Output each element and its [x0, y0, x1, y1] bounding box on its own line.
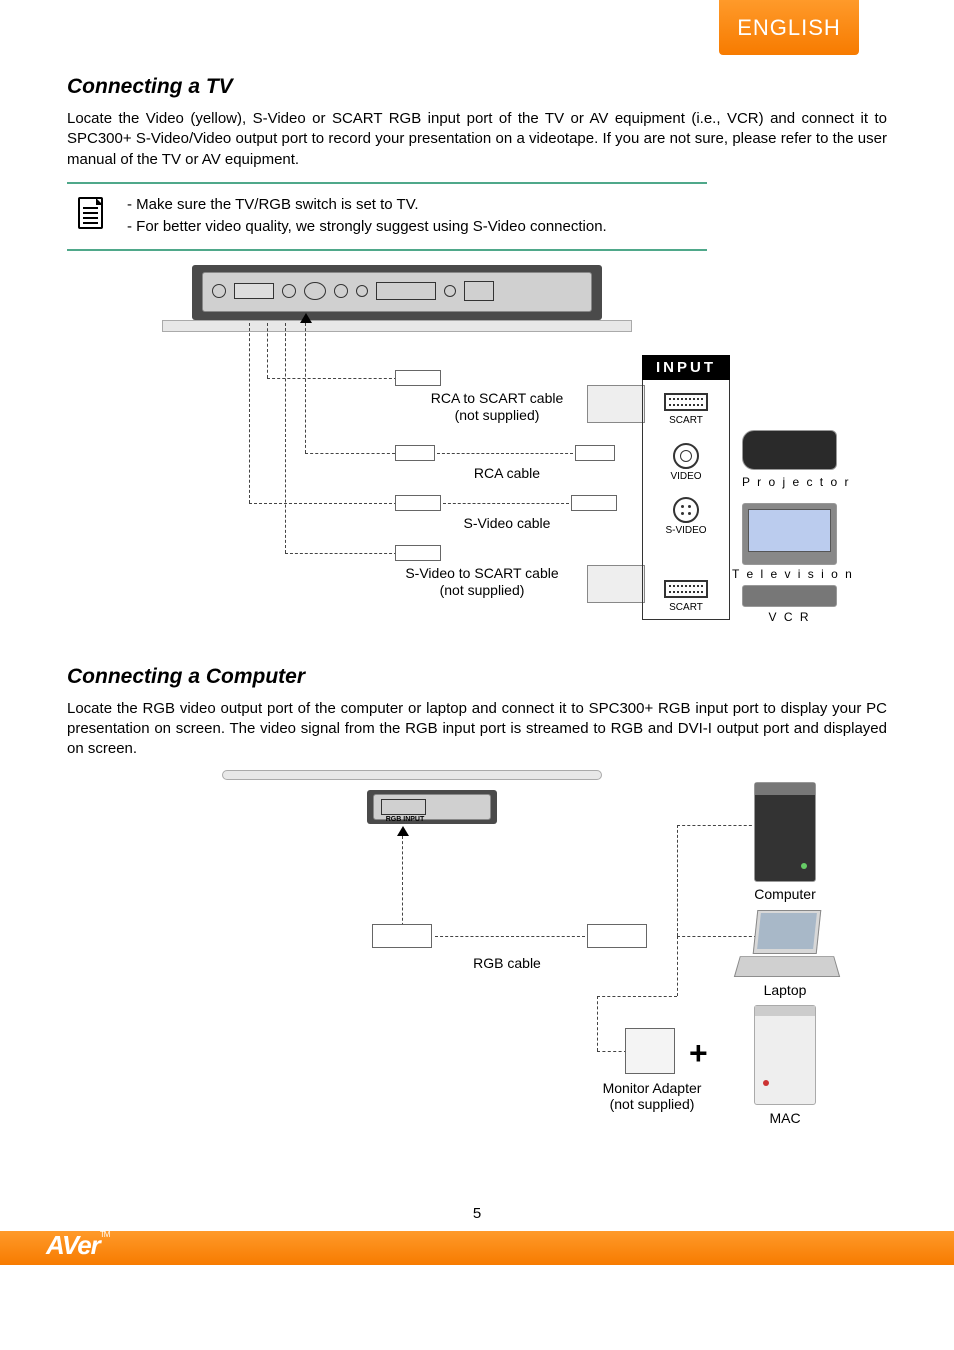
note-item-2: For better video quality, we strongly su…: [127, 216, 607, 239]
port-label-scart-2: SCART: [663, 602, 709, 613]
cable-label-rca: RCA cable: [437, 465, 577, 482]
rgb-input-label: RGB INPUT: [377, 816, 433, 823]
tv-connection-diagram: RCA to SCART cable (not supplied) RCA ca…: [117, 265, 837, 635]
language-tab: ENGLISH: [719, 0, 859, 55]
section-heading-computer: Connecting a Computer: [67, 665, 887, 689]
section-paragraph-tv: Locate the Video (yellow), S-Video or SC…: [67, 109, 887, 170]
plus-icon: +: [689, 1035, 708, 1072]
footer-bar: [0, 1231, 954, 1265]
port-label-video: VIDEO: [665, 471, 707, 482]
adapter-label-2: (not supplied): [610, 1096, 695, 1112]
cable-label-rca-scart-2: (not supplied): [455, 407, 540, 423]
page-number: 5: [0, 1205, 954, 1222]
device-label-mac: MAC: [739, 1110, 831, 1127]
device-label-tv: T e l e v i s i o n: [732, 567, 847, 581]
cable-label-rca-scart-1: RCA to SCART cable: [431, 390, 564, 406]
device-label-projector: P r o j e c t o r: [742, 475, 837, 489]
cable-label-svideo: S-Video cable: [427, 515, 587, 532]
adapter-label-1: Monitor Adapter: [603, 1080, 702, 1096]
brand-logo: AVerTM: [46, 1230, 109, 1261]
cable-label-svscart-2: (not supplied): [440, 582, 525, 598]
note-item-1: Make sure the TV/RGB switch is set to TV…: [127, 194, 607, 217]
cable-label-svscart-1: S-Video to SCART cable: [405, 565, 558, 581]
device-label-vcr: V C R: [742, 610, 837, 624]
note-box: Make sure the TV/RGB switch is set to TV…: [67, 182, 707, 251]
port-label-scart-1: SCART: [663, 415, 709, 426]
note-icon: [77, 196, 107, 230]
section-paragraph-computer: Locate the RGB video output port of the …: [67, 699, 887, 760]
device-label-computer: Computer: [739, 886, 831, 903]
cable-label-rgb: RGB cable: [437, 955, 577, 972]
input-header: INPUT: [642, 355, 730, 380]
section-heading-tv: Connecting a TV: [67, 75, 887, 99]
port-label-svideo: S-VIDEO: [661, 525, 711, 536]
computer-connection-diagram: RGB INPUT RGB cable + Monitor Adapter (n…: [117, 770, 837, 1140]
device-label-laptop: Laptop: [739, 982, 831, 999]
